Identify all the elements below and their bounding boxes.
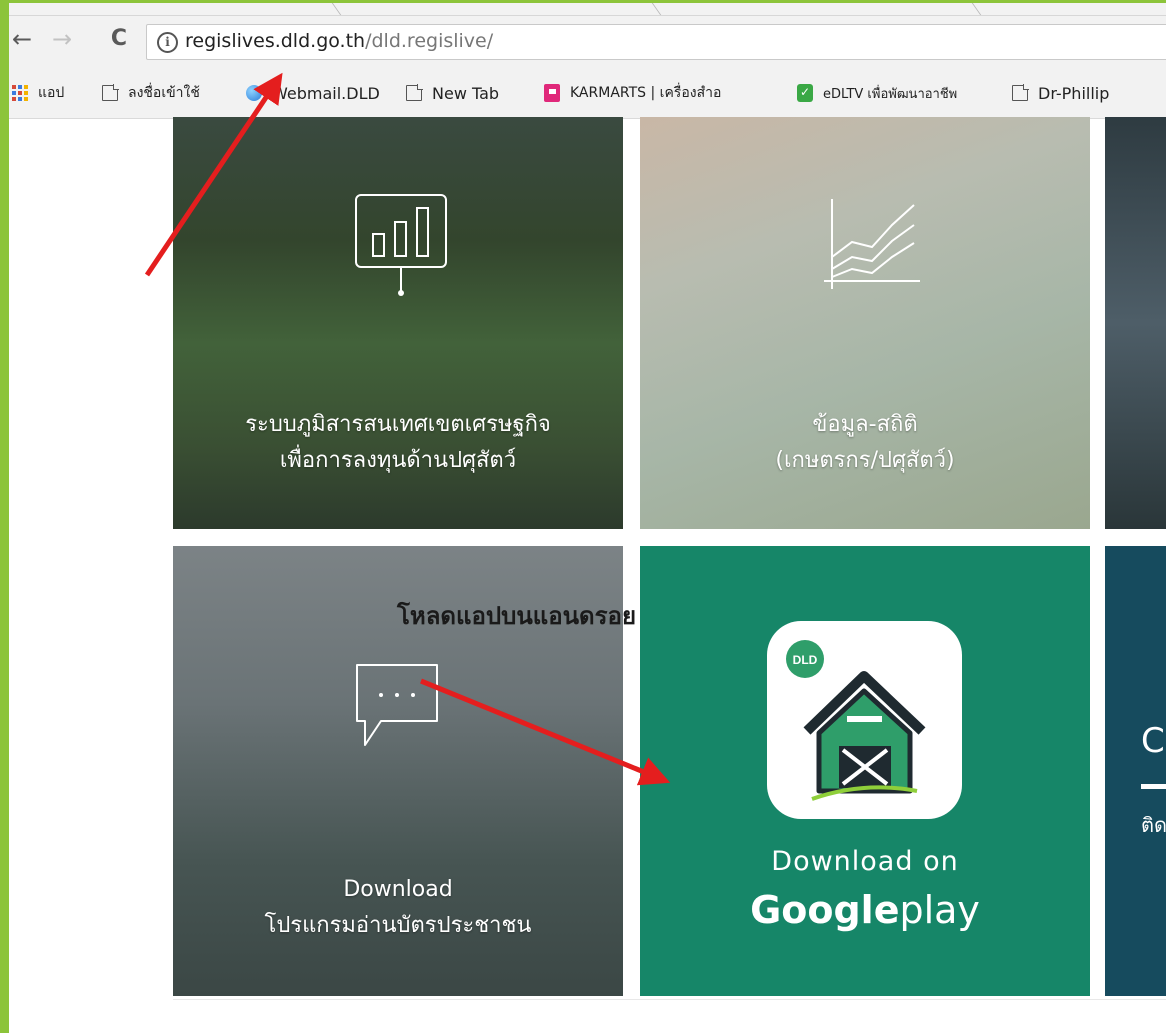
tab-strip <box>9 3 1166 16</box>
forward-icon: → <box>51 25 73 53</box>
dld-badge-text: DLD <box>793 653 818 667</box>
tile-title-statistics-1: ข้อมูล-สถิติ <box>812 412 918 437</box>
bottom-divider <box>173 999 1166 1000</box>
bookmark-drphillip[interactable]: Dr-Phillip <box>1012 81 1109 105</box>
url-host: regislives.dld.go.th <box>185 30 366 52</box>
tile-statistics[interactable]: ข้อมูล-สถิติ (เกษตรกร/ปศุสัตว์) <box>640 117 1090 529</box>
contact-letter: C <box>1141 721 1165 761</box>
tab-separator <box>319 3 342 15</box>
tab-separator <box>959 3 982 15</box>
tile-partial-right-top[interactable] <box>1105 117 1166 529</box>
bookmark-karmarts[interactable]: KARMARTS | เครื่องสำอ <box>544 81 721 105</box>
tab-separator <box>639 3 662 15</box>
tile-title-statistics-2: (เกษตรกร/ปศุสัตว์) <box>775 448 955 473</box>
bookmark-label: KARMARTS | เครื่องสำอ <box>570 85 722 101</box>
page-icon <box>1012 84 1029 101</box>
tile-title-download-2: โปรแกรมอ่านบัตรประชาชน <box>264 913 532 938</box>
bookmark-apps[interactable]: แอป <box>12 81 64 105</box>
bookmark-label: ลงชื่อเข้าใช้ <box>128 85 200 101</box>
bookmark-label: eDLTV เพื่อพัฒนาอาชีพ <box>823 86 958 102</box>
chat-bubble-icon <box>356 664 438 746</box>
reload-icon: C <box>110 26 128 51</box>
download-on-label: Download on <box>771 846 959 877</box>
bookmark-edltv[interactable]: ✓ eDLTV เพื่อพัฒนาอาชีพ <box>797 81 957 105</box>
back-button[interactable]: ← <box>9 26 35 52</box>
globe-icon <box>246 85 262 101</box>
line-chart-icon <box>824 199 920 289</box>
contact-text: ติด <box>1141 813 1166 837</box>
bookmark-webmail[interactable]: Webmail.DLD <box>246 81 380 105</box>
annotation-text: โหลดแอปบนแอนดรอย <box>397 602 637 630</box>
reload-button[interactable]: C <box>106 26 132 52</box>
dld-app-icon[interactable]: DLD <box>767 621 962 819</box>
bookmark-signin[interactable]: ลงชื่อเข้าใช้ <box>102 81 200 105</box>
bookmark-label: แอป <box>38 85 65 101</box>
bookmark-label: New Tab <box>432 83 500 103</box>
browser-toolbar: ← → C i regislives.dld.go.th/dld.regisli… <box>9 16 1166 68</box>
tile-economic-zone[interactable]: ระบบภูมิสารสนเทศเขตเศรษฐกิจ เพื่อการลงทุ… <box>173 117 623 529</box>
back-icon: ← <box>11 25 33 53</box>
karmarts-icon <box>544 84 560 102</box>
page-icon <box>406 84 423 101</box>
url-text[interactable]: regislives.dld.go.th/dld.regislive/ <box>185 30 493 52</box>
tile-title-economic-2: เพื่อการลงทุนด้านปศุสัตว์ <box>279 448 517 473</box>
forward-button[interactable]: → <box>49 26 75 52</box>
tile-title-economic-1: ระบบภูมิสารสนเทศเขตเศรษฐกิจ <box>245 412 551 437</box>
contact-divider <box>1141 784 1166 789</box>
bookmark-newtab[interactable]: New Tab <box>406 81 499 105</box>
browser-window: ← → C i regislives.dld.go.th/dld.regisli… <box>9 3 1166 1033</box>
bookmark-label: Webmail.DLD <box>272 83 380 103</box>
edltv-icon: ✓ <box>797 84 813 102</box>
bookmark-label: Dr-Phillip <box>1038 83 1110 103</box>
apps-icon <box>12 85 28 101</box>
page-icon <box>102 84 119 101</box>
url-path: /dld.regislive/ <box>365 30 494 52</box>
tile-googleplay[interactable]: DLD Download on Googleplay <box>640 546 1090 996</box>
barn-icon: DLD <box>786 640 926 801</box>
site-info-icon[interactable]: i <box>157 32 178 53</box>
address-bar[interactable]: i regislives.dld.go.th/dld.regislive/ <box>146 24 1166 60</box>
bar-chart-icon <box>355 194 447 296</box>
bookmarks-bar: แอป ลงชื่อเข้าใช้ Webmail.DLD New Tab KA… <box>9 68 1166 119</box>
tile-title-download-1: Download <box>343 877 453 902</box>
tile-contact[interactable]: C ติด <box>1105 546 1166 996</box>
googleplay-label: Googleplay <box>750 888 980 932</box>
